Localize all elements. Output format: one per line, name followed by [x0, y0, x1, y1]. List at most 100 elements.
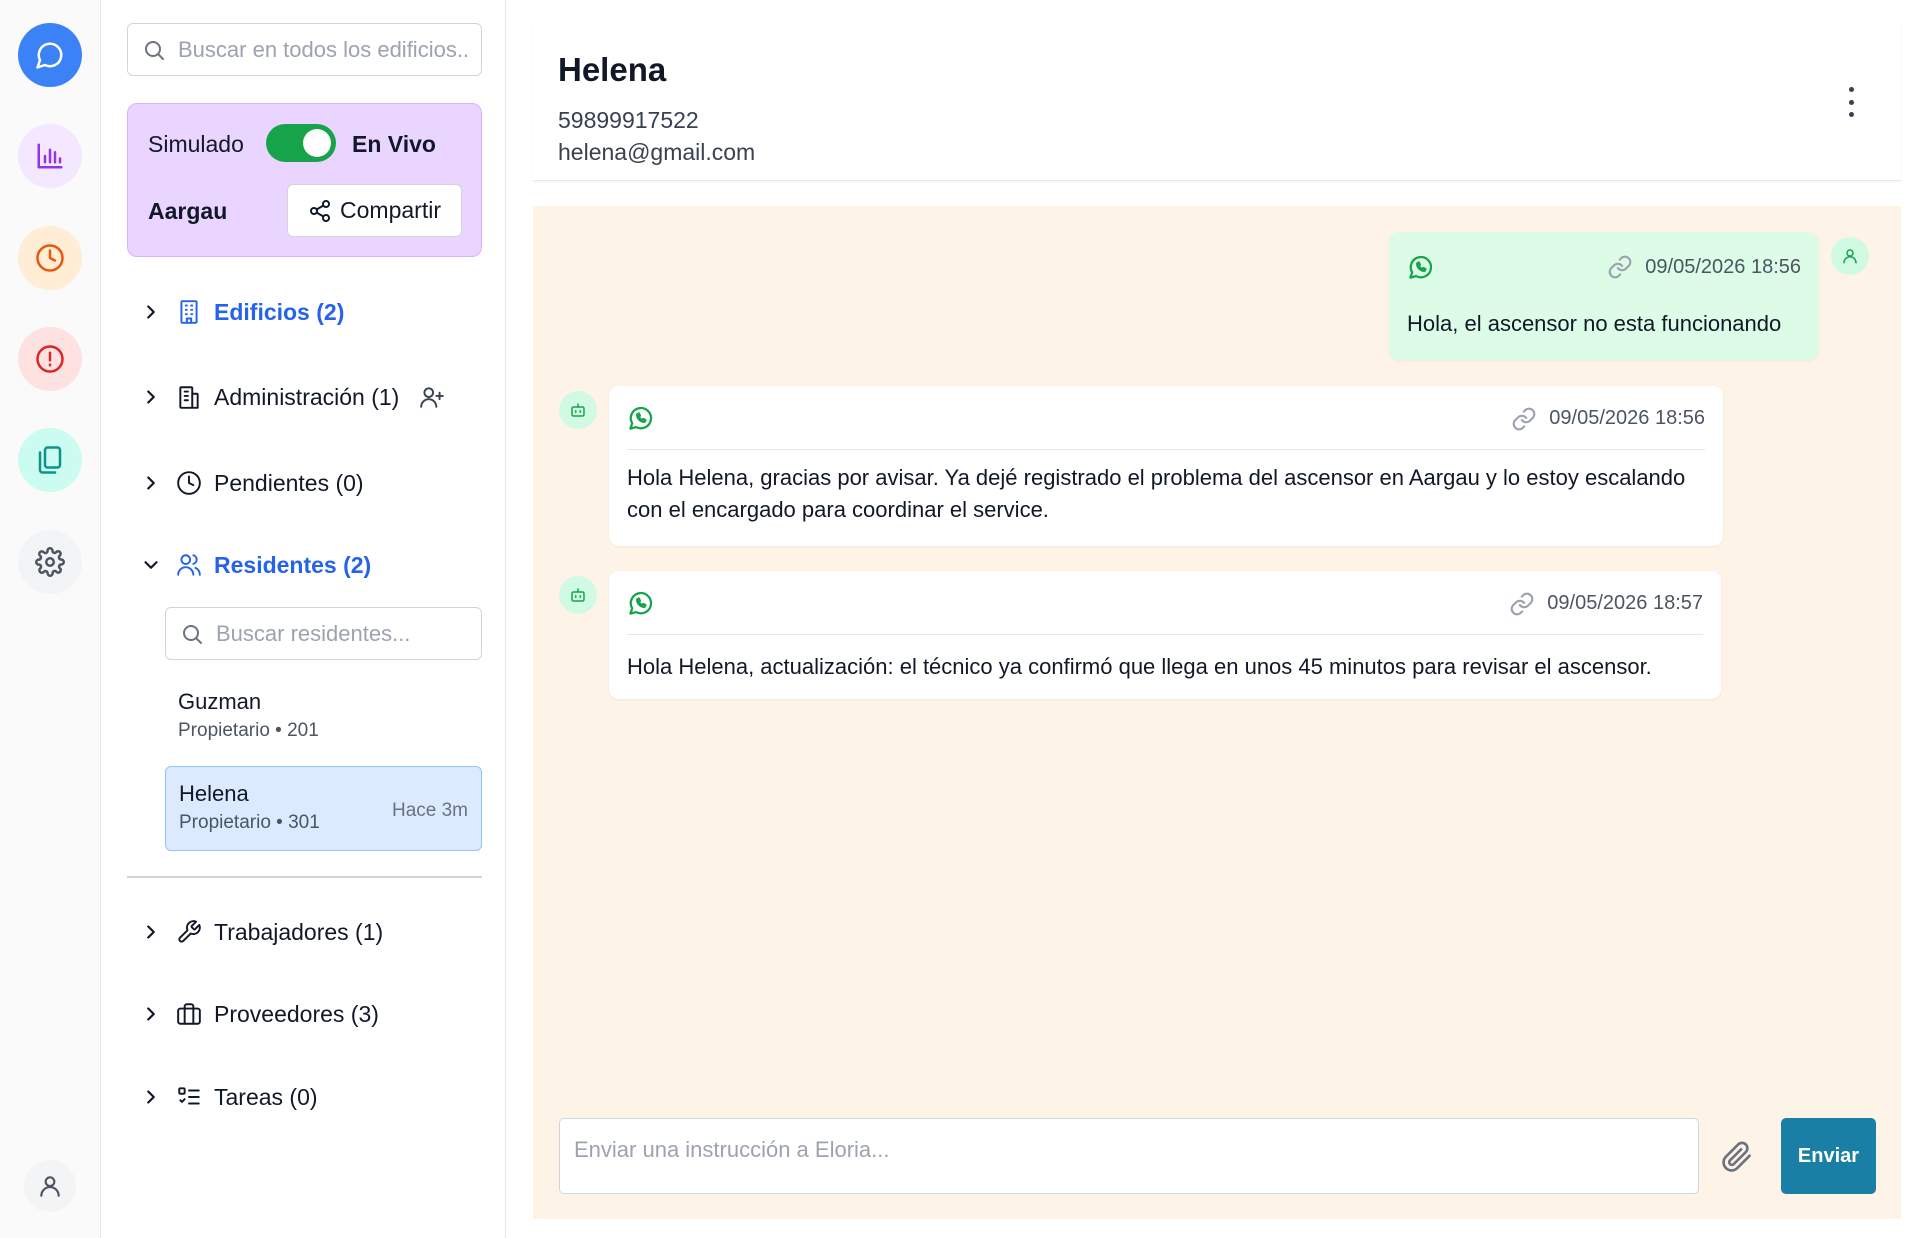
user-icon	[1843, 249, 1857, 264]
chat-icon	[36, 42, 63, 69]
live-mode-toggle[interactable]	[266, 124, 336, 162]
section-tasks-label: Tareas (0)	[214, 1083, 318, 1110]
robot-icon	[571, 588, 585, 602]
message-header: 09/05/2026 18:57	[627, 585, 1703, 635]
wrench-icon	[178, 920, 201, 943]
user-avatar	[1831, 237, 1869, 275]
toggle-knob	[303, 129, 331, 157]
search-icon	[183, 624, 202, 644]
link-icon[interactable]	[1511, 406, 1537, 432]
section-residents-label: Residentes (2)	[214, 551, 372, 578]
chevron-right-icon	[147, 476, 155, 490]
share-button[interactable]: Compartir	[287, 184, 462, 237]
contact-email: helena@gmail.com	[558, 139, 756, 165]
whatsapp-icon	[629, 406, 653, 430]
residents-search	[165, 607, 482, 660]
users-icon	[177, 554, 201, 576]
message-meta: 09/05/2026 18:56	[1511, 406, 1705, 432]
clock-icon	[177, 471, 201, 495]
message-timestamp: 09/05/2026 18:56	[1645, 255, 1801, 278]
section-pending-label: Pendientes (0)	[214, 469, 364, 496]
chat-area: 09/05/2026 18:56 Hola, el ascensor no es…	[533, 206, 1901, 1219]
message-timestamp: 09/05/2026 18:57	[1547, 592, 1703, 614]
chevron-right-icon	[147, 390, 155, 404]
section-residents[interactable]: Residentes (2)	[140, 545, 371, 585]
documents-nav-button[interactable]	[18, 428, 82, 492]
message-header: 09/05/2026 18:56	[1407, 250, 1801, 284]
section-workers[interactable]: Trabajadores (1)	[140, 912, 383, 952]
gear-icon	[35, 547, 65, 577]
message-bot: 09/05/2026 18:56 Hola Helena, gracias po…	[609, 386, 1723, 546]
chevron-down-icon	[144, 561, 158, 569]
office-icon	[179, 386, 199, 409]
chevron-right-icon	[147, 1090, 155, 1104]
alert-icon	[36, 345, 64, 373]
bot-avatar	[559, 391, 597, 429]
section-providers[interactable]: Proveedores (3)	[140, 994, 379, 1034]
chat-nav-button[interactable]	[18, 23, 82, 87]
simulated-label: Simulado	[148, 131, 244, 157]
alerts-nav-button[interactable]	[18, 327, 82, 391]
search-icon	[145, 40, 164, 60]
message-meta: 09/05/2026 18:57	[1509, 591, 1703, 617]
bot-avatar	[559, 576, 597, 614]
send-button[interactable]: Enviar	[1781, 1118, 1876, 1194]
side-panel: Simulado En Vivo Aargau Compartir Edific…	[102, 0, 506, 1238]
share-label: Compartir	[340, 197, 441, 223]
link-icon[interactable]	[1607, 254, 1633, 280]
message-input[interactable]	[560, 1119, 1698, 1193]
message-bot: 09/05/2026 18:57 Hola Helena, actualizac…	[609, 571, 1721, 699]
global-search-input[interactable]	[178, 36, 468, 63]
building-icon	[180, 300, 198, 324]
message-timestamp: 09/05/2026 18:56	[1549, 407, 1705, 429]
message-meta: 09/05/2026 18:56	[1607, 254, 1801, 280]
more-options-icon[interactable]	[1841, 87, 1861, 117]
message-composer	[559, 1118, 1699, 1194]
profile-button[interactable]	[24, 1160, 76, 1212]
section-workers-label: Trabajadores (1)	[214, 918, 384, 945]
whatsapp-icon	[1409, 255, 1433, 279]
analytics-nav-button[interactable]	[18, 124, 82, 188]
message-text: Hola Helena, gracias por avisar. Ya dejé…	[627, 465, 1686, 522]
clock-icon	[36, 244, 64, 272]
chevron-right-icon	[147, 1007, 155, 1021]
settings-nav-button[interactable]	[18, 530, 82, 594]
history-nav-button[interactable]	[18, 226, 82, 290]
resident-name: Guzman	[178, 689, 262, 714]
share-icon	[310, 199, 331, 222]
robot-icon	[571, 403, 585, 417]
section-buildings[interactable]: Edificios (2)	[140, 292, 344, 332]
contact-name: Helena	[558, 51, 667, 88]
conversation-header: Helena 59899917522 helena@gmail.com	[533, 23, 1901, 181]
app-rail	[0, 0, 101, 1238]
add-person-icon[interactable]	[419, 384, 445, 410]
message-text: Hola Helena, actualización: el técnico y…	[627, 654, 1652, 679]
mode-card: Simulado En Vivo Aargau Compartir	[127, 103, 482, 257]
whatsapp-icon	[629, 591, 653, 615]
live-label: En Vivo	[352, 131, 436, 157]
chevron-right-icon	[147, 925, 155, 939]
residents-search-input[interactable]	[216, 620, 476, 647]
documents-icon	[38, 446, 62, 474]
chevron-right-icon	[147, 305, 155, 319]
link-icon[interactable]	[1509, 591, 1535, 617]
task-list-icon	[178, 1087, 200, 1105]
resident-last-activity: Hace 3m	[391, 800, 468, 821]
section-pending[interactable]: Pendientes (0)	[140, 463, 364, 503]
user-icon	[40, 1176, 60, 1197]
resident-meta: Propietario • 201	[178, 720, 319, 741]
contact-phone: 59899917522	[558, 107, 699, 133]
section-providers-label: Proveedores (3)	[214, 1000, 379, 1027]
resident-item-guzman[interactable]: Guzman Propietario • 201	[165, 675, 482, 760]
section-divider	[127, 876, 482, 878]
section-buildings-label: Edificios (2)	[214, 298, 345, 325]
section-tasks[interactable]: Tareas (0)	[140, 1077, 318, 1117]
section-administration[interactable]: Administración (1)	[140, 377, 445, 417]
attach-button[interactable]	[1721, 1141, 1753, 1173]
bar-chart-icon	[37, 143, 63, 169]
message-header: 09/05/2026 18:56	[627, 400, 1705, 450]
paperclip-icon	[1722, 1141, 1751, 1172]
global-search	[127, 23, 482, 76]
message-text: Hola, el ascensor no esta funcionando	[1407, 311, 1782, 336]
resident-item-helena[interactable]: Helena Propietario • 301 Hace 3m	[165, 766, 482, 851]
